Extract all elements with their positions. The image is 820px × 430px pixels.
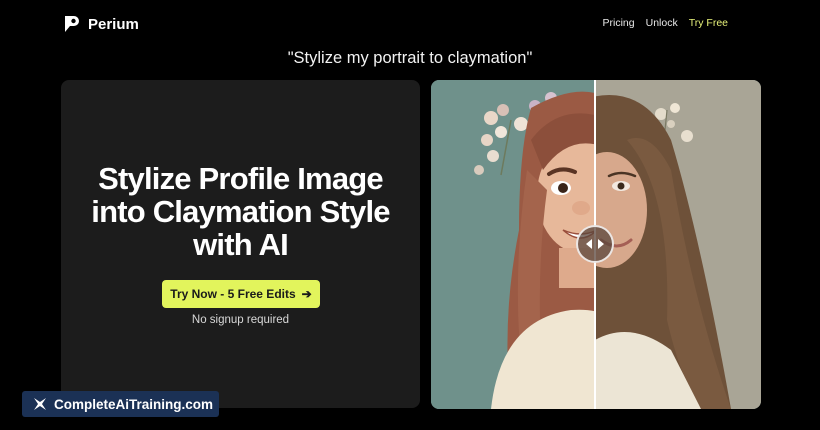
nav-pricing[interactable]: Pricing <box>603 17 635 29</box>
try-now-button[interactable]: Try Now - 5 Free Edits ➔ <box>162 280 320 308</box>
hero-title-line-2: into Claymation Style <box>91 194 390 229</box>
nav-try-free[interactable]: Try Free <box>689 17 728 29</box>
try-now-label: Try Now - 5 Free Edits <box>170 287 296 301</box>
brand-logo[interactable]: Perium <box>64 13 139 35</box>
no-signup-note: No signup required <box>191 314 290 326</box>
top-nav: Pricing Unlock Try Free <box>603 17 729 29</box>
watermark-badge: CompleteAiTraining.com <box>22 391 219 417</box>
hero-title-line-1: Stylize Profile Image <box>98 161 384 196</box>
hero-title-line-3: with AI <box>193 227 289 262</box>
header: Perium Pricing Unlock Try Free <box>0 0 820 48</box>
nav-unlock[interactable]: Unlock <box>646 17 678 29</box>
perium-logo-icon <box>65 16 79 32</box>
prompt-text: "Stylize my portrait to claymation" <box>287 49 533 67</box>
compare-handle[interactable] <box>576 225 614 263</box>
watermark-text: CompleteAiTraining.com <box>54 396 214 412</box>
before-after-compare[interactable] <box>431 80 761 409</box>
landing-page: Perium Pricing Unlock Try Free "Stylize … <box>0 0 820 430</box>
brand-name: Perium <box>88 15 139 33</box>
arrow-right-icon: ➔ <box>301 287 312 301</box>
sparkle-logo-icon <box>34 398 46 410</box>
compare-arrows-icon <box>586 239 604 249</box>
hero-card: Stylize Profile Image into Claymation St… <box>61 80 420 408</box>
hero-title: Stylize Profile Image into Claymation St… <box>61 162 420 261</box>
